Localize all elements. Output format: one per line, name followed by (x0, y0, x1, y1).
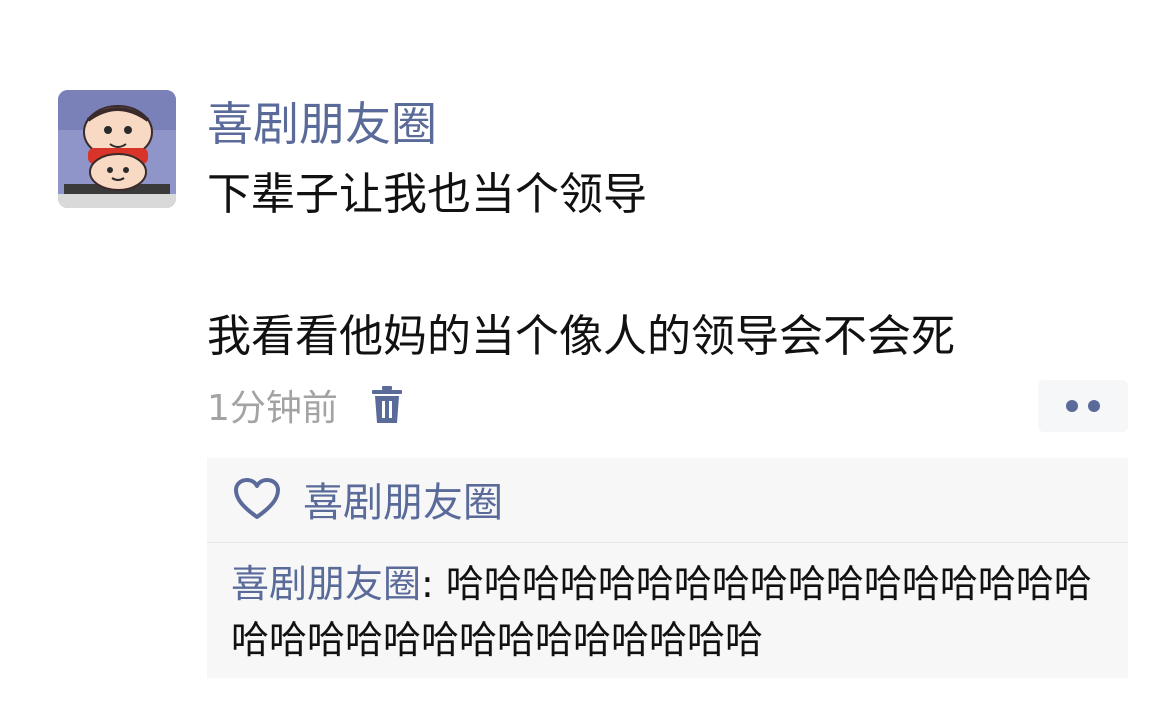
comment-author[interactable]: 喜剧朋友圈 (231, 562, 421, 606)
more-dot (1088, 400, 1100, 412)
heart-icon[interactable] (233, 477, 281, 521)
post-content-spacer (207, 228, 955, 304)
likes-comments-panel: 喜剧朋友圈 喜剧朋友圈: 哈哈哈哈哈哈哈哈哈哈哈哈哈哈哈哈哈哈哈哈哈哈哈哈哈哈哈… (207, 458, 1128, 678)
likes-row: 喜剧朋友圈 (207, 458, 1128, 540)
post-author-name[interactable]: 喜剧朋友圈 (207, 94, 437, 154)
post-content-line-2: 我看看他妈的当个像人的领导会不会死 (207, 311, 955, 362)
post-timestamp: 1分钟前 (207, 388, 338, 429)
panel-divider (207, 542, 1128, 543)
cartoon-avatar-icon[interactable] (58, 90, 176, 208)
trash-icon[interactable] (370, 384, 404, 426)
comment-separator: : (421, 562, 446, 606)
like-user-name[interactable]: 喜剧朋友圈 (303, 470, 503, 528)
more-dot (1066, 400, 1078, 412)
comment-item[interactable]: 喜剧朋友圈: 哈哈哈哈哈哈哈哈哈哈哈哈哈哈哈哈哈哈哈哈哈哈哈哈哈哈哈哈哈哈哈 (231, 556, 1121, 668)
post-meta: 1分钟前 (207, 380, 404, 430)
post-content-line-1: 下辈子让我也当个领导 (207, 169, 647, 220)
moment-post: 喜剧朋友圈 下辈子让我也当个领导 我看看他妈的当个像人的领导会不会死 1分钟前 (0, 0, 1170, 710)
post-content: 下辈子让我也当个领导 我看看他妈的当个像人的领导会不会死 (207, 162, 955, 370)
more-dots-icon[interactable] (1038, 380, 1128, 432)
